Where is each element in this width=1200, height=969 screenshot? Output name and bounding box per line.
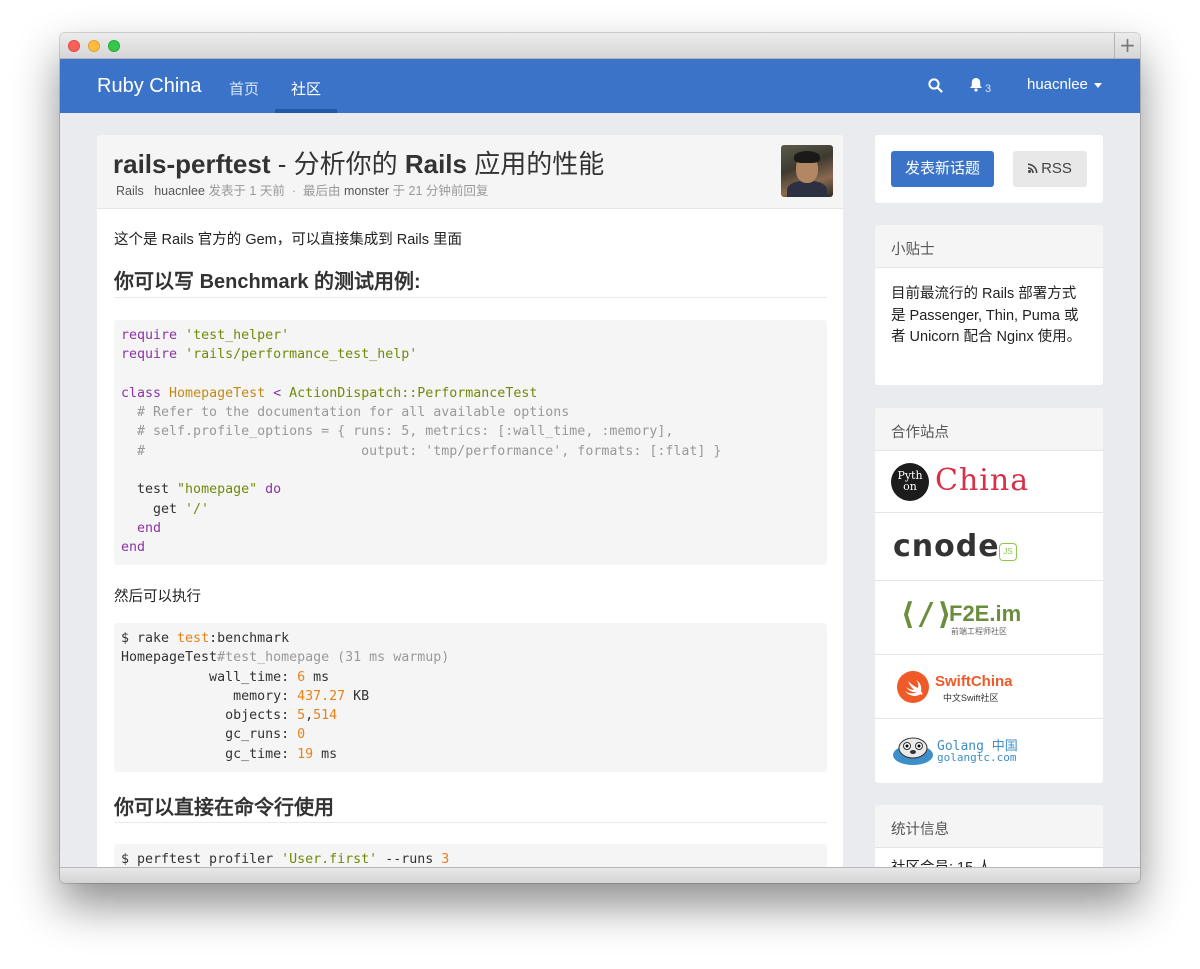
code-block-output: $ rake test:benchmark HomepageTest#test_…	[114, 623, 827, 772]
browser-window: + Ruby China 首页 社区 3 huacnlee rails-perf…	[60, 33, 1140, 883]
user-menu[interactable]: huacnlee	[1027, 76, 1102, 93]
partners-panel: 合作站点 Pyth on China cnode JS ⟨/⟩ F2E.im 前端…	[875, 408, 1103, 783]
nav-community[interactable]: 社区	[291, 78, 321, 99]
avatar[interactable]	[781, 145, 833, 197]
page-content: rails-perftest - 分析你的 Rails 应用的性能 Rails …	[60, 113, 1140, 867]
partner-f2e[interactable]: ⟨/⟩ F2E.im 前端工程师社区	[875, 581, 1103, 655]
partner-python-china[interactable]: Pyth on China	[875, 451, 1103, 513]
close-window-button[interactable]	[68, 40, 80, 52]
new-topic-button[interactable]: 发表新话题	[891, 151, 994, 187]
brand-logo[interactable]: Ruby China	[97, 75, 202, 98]
run-text: 然后可以执行	[114, 589, 201, 605]
username: huacnlee	[1027, 76, 1088, 93]
search-icon[interactable]	[928, 78, 943, 97]
stats-title: 统计信息	[875, 805, 1103, 848]
navbar: Ruby China 首页 社区 3 huacnlee	[60, 59, 1140, 113]
partner-swift-china[interactable]: SwiftChina 中文Swift社区	[875, 655, 1103, 719]
new-tab-button[interactable]: +	[1114, 33, 1140, 59]
tips-text: 目前最流行的 Rails 部署方式是 Passenger, Thin, Puma…	[891, 286, 1082, 345]
code-brackets-icon: ⟨/⟩	[899, 597, 954, 632]
last-reply-user-link[interactable]: monster	[344, 184, 389, 198]
tips-title: 小贴士	[875, 225, 1103, 268]
nodejs-icon: JS	[999, 543, 1017, 561]
stats-panel: 统计信息 社区会员: 15 人	[875, 805, 1103, 867]
partner-cnode[interactable]: cnode JS	[875, 513, 1103, 581]
author-link[interactable]: huacnlee	[154, 184, 205, 198]
heading-cli: 你可以直接在命令行使用	[114, 797, 334, 819]
window-bottom-bar	[60, 867, 1140, 883]
bell-icon	[969, 78, 983, 96]
partners-title: 合作站点	[875, 408, 1103, 451]
posted-time: 发表于 1 天前	[208, 184, 285, 198]
topic-header: rails-perftest - 分析你的 Rails 应用的性能 Rails …	[97, 135, 843, 209]
rss-button[interactable]: RSS	[1013, 151, 1087, 187]
tips-panel: 小贴士 目前最流行的 Rails 部署方式是 Passenger, Thin, …	[875, 225, 1103, 385]
heading-benchmark: 你可以写 Benchmark 的测试用例:	[114, 271, 421, 293]
minimize-window-button[interactable]	[88, 40, 100, 52]
topic-title: rails-perftest - 分析你的 Rails 应用的性能	[113, 149, 605, 179]
code-block-cli: $ perftest profiler 'User.first' --runs …	[114, 844, 827, 867]
topic-panel: rails-perftest - 分析你的 Rails 应用的性能 Rails …	[97, 135, 843, 867]
python-logo-icon: Pyth on	[891, 463, 929, 501]
gopher-icon	[892, 735, 934, 765]
partner-golang-china[interactable]: Golang 中国 golangtc.com	[875, 719, 1103, 783]
swift-logo-icon	[897, 671, 929, 703]
chevron-down-icon	[1093, 82, 1102, 88]
divider	[114, 822, 827, 823]
intro-text: 这个是 Rails 官方的 Gem，可以直接集成到 Rails 里面	[114, 232, 463, 248]
zoom-window-button[interactable]	[108, 40, 120, 52]
action-panel: 发表新话题 RSS	[875, 135, 1103, 203]
topic-meta: Rails huacnlee 发表于 1 天前 · 最后由 monster 于 …	[116, 184, 489, 198]
node-link[interactable]: Rails	[116, 184, 144, 198]
nav-home[interactable]: 首页	[229, 78, 259, 99]
notifications-button[interactable]: 3	[969, 77, 991, 96]
notification-count: 3	[985, 83, 992, 95]
title-bar: +	[60, 33, 1140, 59]
rss-icon	[1028, 151, 1038, 173]
divider	[114, 297, 827, 298]
code-block-test: require 'test_helper' require 'rails/per…	[114, 320, 827, 565]
stats-text: 社区会员: 15 人	[875, 848, 1103, 867]
